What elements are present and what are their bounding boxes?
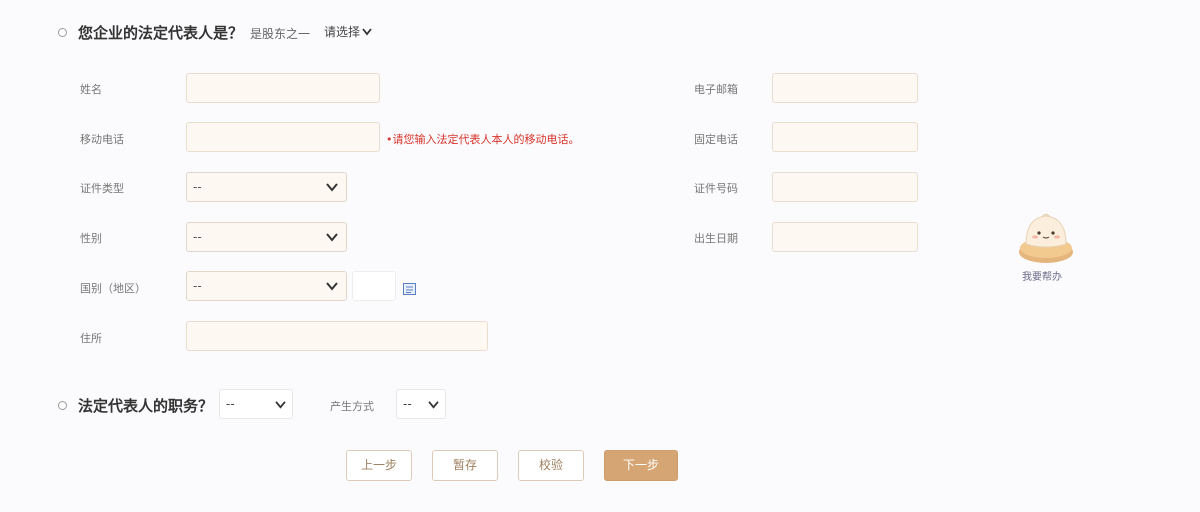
- duty-select[interactable]: --: [219, 389, 293, 419]
- id-number-input[interactable]: [772, 172, 918, 202]
- shareholder-select[interactable]: 请选择: [318, 18, 378, 48]
- chevron-down-icon: [326, 183, 338, 192]
- list-icon[interactable]: [403, 280, 416, 295]
- section-title-legal-rep: 您企业的法定代表人是？: [78, 24, 244, 42]
- shareholder-label: 是股东之一: [250, 27, 311, 41]
- id-type-label: 证件类型: [80, 182, 124, 195]
- id-type-value: --: [193, 180, 202, 194]
- bun-mascot-icon: [1019, 213, 1073, 263]
- birth-date-input[interactable]: [772, 222, 918, 252]
- id-type-select[interactable]: --: [186, 172, 347, 202]
- country-select[interactable]: --: [186, 271, 347, 301]
- duty-value: --: [226, 397, 235, 411]
- country-label: 国别（地区）: [80, 282, 146, 295]
- section-title-duty: 法定代表人的职务？: [78, 397, 214, 415]
- mobile-label: 移动电话: [80, 133, 124, 146]
- mobile-input[interactable]: [186, 122, 380, 152]
- birth-date-label: 出生日期: [694, 232, 738, 245]
- prev-step-button[interactable]: 上一步: [346, 450, 412, 481]
- country-search-input[interactable]: [352, 271, 396, 301]
- chevron-down-icon: [326, 282, 338, 291]
- landline-label: 固定电话: [694, 133, 738, 146]
- mobile-hint: •请您输入法定代表人本人的移动电话。: [386, 133, 580, 146]
- helper-widget[interactable]: 我要帮办: [1014, 206, 1078, 284]
- country-value: --: [193, 279, 202, 293]
- next-step-button[interactable]: 下一步: [604, 450, 678, 481]
- address-label: 住所: [80, 332, 102, 345]
- name-input[interactable]: [186, 73, 380, 103]
- name-label: 姓名: [80, 83, 102, 96]
- radio-bullet: [58, 401, 67, 410]
- shareholder-select-value: 请选择: [324, 25, 361, 39]
- chevron-down-icon: [362, 28, 372, 36]
- email-input[interactable]: [772, 73, 918, 103]
- id-number-label: 证件号码: [694, 182, 738, 195]
- gender-select[interactable]: --: [186, 222, 347, 252]
- landline-input[interactable]: [772, 122, 918, 152]
- chevron-down-icon: [326, 233, 338, 242]
- save-draft-button[interactable]: 暂存: [432, 450, 498, 481]
- helper-label: 我要帮办: [1022, 272, 1062, 283]
- chevron-down-icon: [275, 401, 286, 409]
- gender-value: --: [193, 230, 202, 244]
- method-value: --: [403, 397, 412, 411]
- chevron-down-icon: [428, 401, 439, 409]
- validate-button[interactable]: 校验: [518, 450, 584, 481]
- gender-label: 性别: [80, 232, 102, 245]
- method-label: 产生方式: [330, 400, 374, 413]
- email-label: 电子邮箱: [694, 83, 738, 96]
- method-select[interactable]: --: [396, 389, 446, 419]
- address-input[interactable]: [186, 321, 488, 351]
- radio-bullet: [58, 28, 67, 37]
